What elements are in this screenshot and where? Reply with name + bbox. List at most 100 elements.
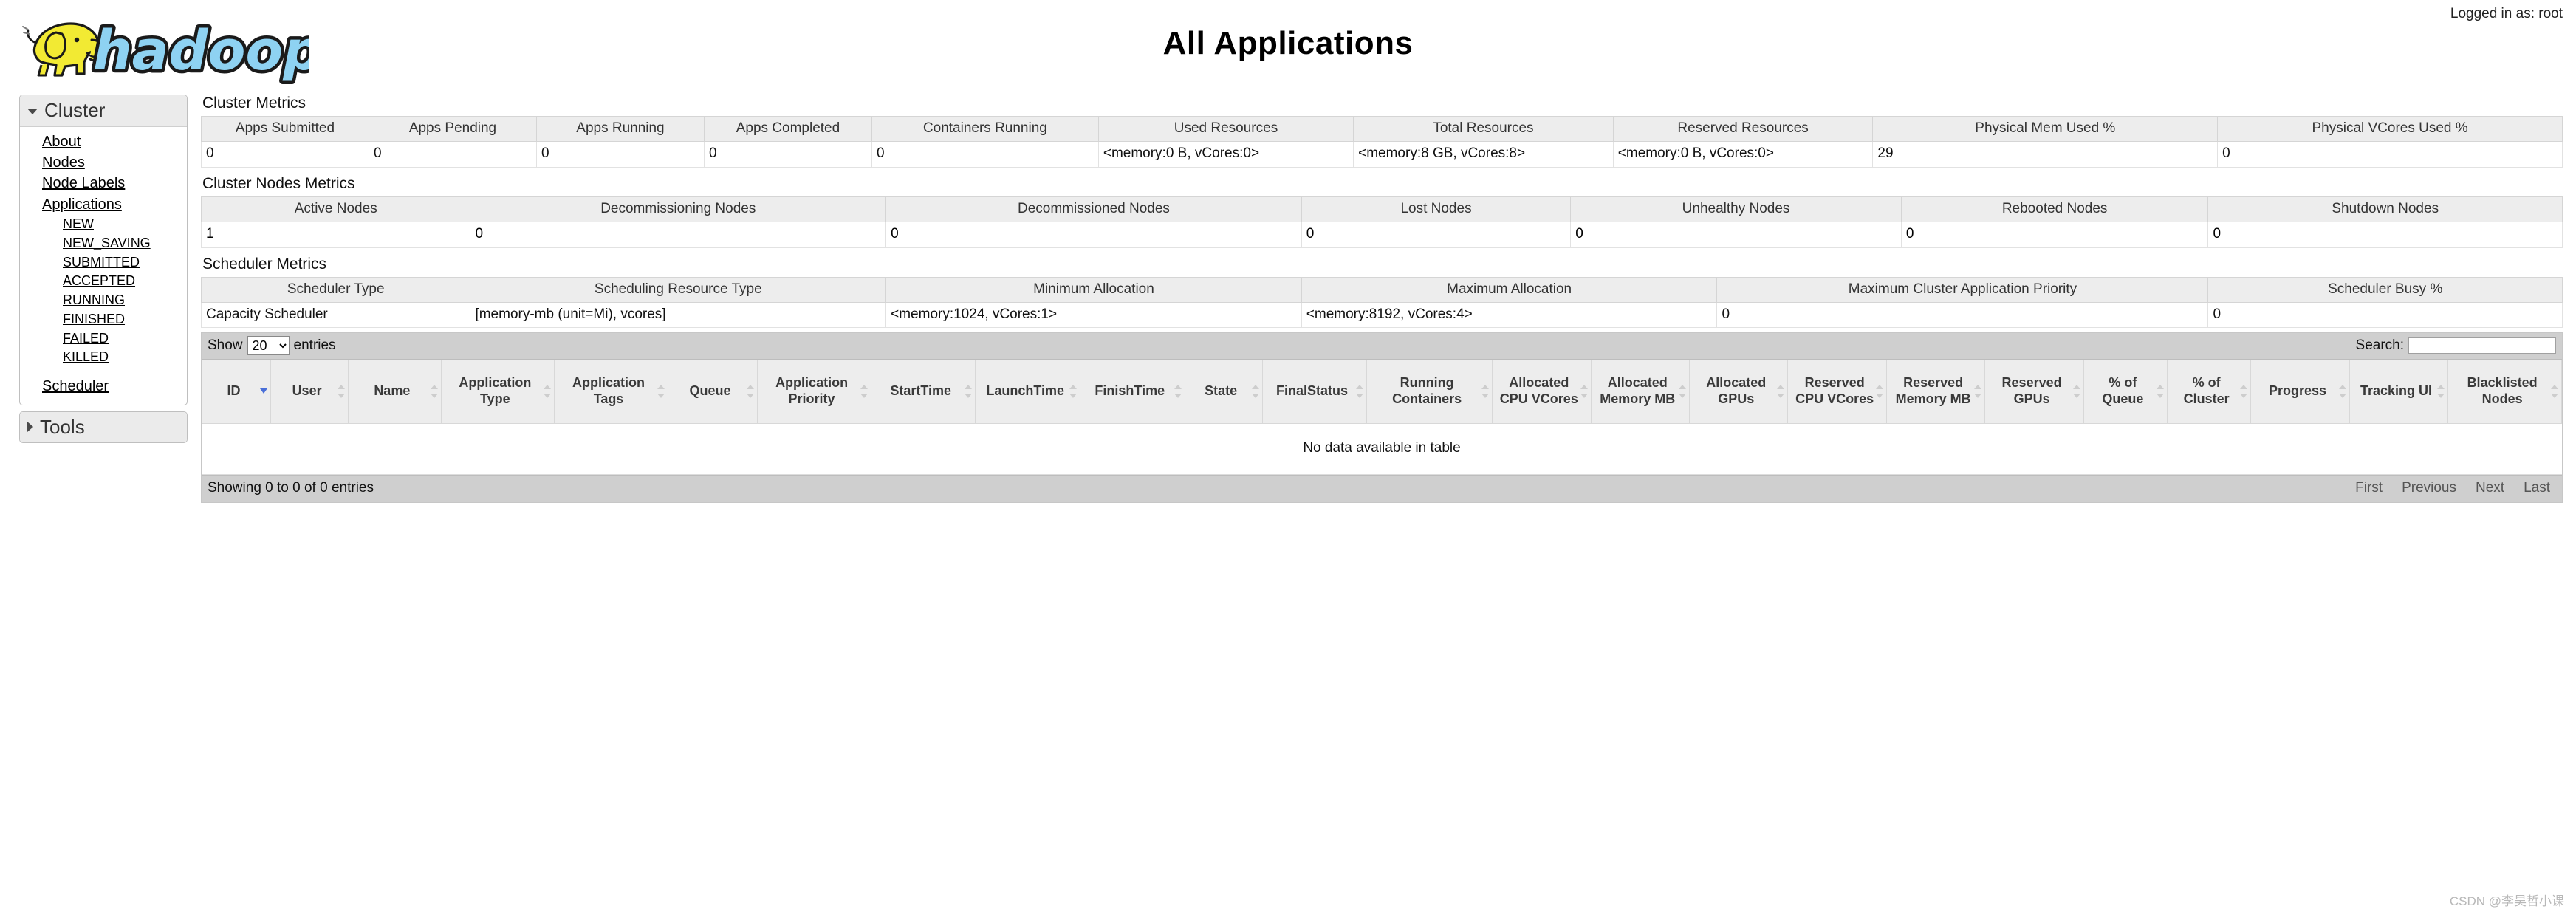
sort-both-icon bbox=[860, 385, 868, 399]
col-label-percent-of-cluster: % of Cluster bbox=[2183, 375, 2230, 406]
sort-desc-icon bbox=[260, 385, 268, 398]
link-decommissioned-nodes[interactable]: 0 bbox=[891, 226, 899, 241]
sort-both-icon bbox=[1174, 385, 1182, 399]
link-shutdown-nodes[interactable]: 0 bbox=[2213, 226, 2221, 241]
col-header-launchtime[interactable]: LaunchTime bbox=[975, 360, 1080, 424]
col-apps-submitted: Apps Submitted bbox=[201, 116, 369, 142]
nav-header-cluster[interactable]: Cluster bbox=[20, 95, 187, 127]
sort-both-icon bbox=[2437, 385, 2445, 399]
col-header-queue[interactable]: Queue bbox=[667, 360, 758, 424]
col-header-blacklisted-nodes[interactable]: Blacklisted Nodes bbox=[2447, 360, 2562, 424]
page-last-button[interactable]: Last bbox=[2524, 480, 2550, 496]
sort-both-icon bbox=[747, 385, 755, 399]
col-header-allocated-memory-mb[interactable]: Allocated Memory MB bbox=[1590, 360, 1690, 424]
nodes-metrics-header-row: Active Nodes Decommissioning Nodes Decom… bbox=[200, 196, 2563, 222]
col-scheduling-resource-type: Scheduling Resource Type bbox=[470, 276, 887, 303]
scheduler-metrics-title: Scheduler Metrics bbox=[202, 255, 327, 273]
col-header-running-containers[interactable]: Running Containers bbox=[1366, 360, 1493, 424]
col-label-application-tags: Application Tags bbox=[572, 375, 645, 406]
col-label-blacklisted-nodes: Blacklisted Nodes bbox=[2467, 375, 2538, 406]
col-label-state: State bbox=[1205, 383, 1238, 398]
link-decommissioning-nodes[interactable]: 0 bbox=[475, 226, 483, 241]
sidebar-item-state-accepted[interactable]: ACCEPTED bbox=[20, 272, 187, 291]
col-label-progress: Progress bbox=[2268, 383, 2327, 398]
col-header-percent-of-cluster[interactable]: % of Cluster bbox=[2167, 360, 2252, 424]
nav-header-cluster-label: Cluster bbox=[44, 99, 106, 121]
sidebar-item-state-finished[interactable]: FINISHED bbox=[20, 310, 187, 329]
col-label-reserved-gpus: Reserved GPUs bbox=[2001, 375, 2062, 406]
sidebar-item-state-new-saving[interactable]: NEW_SAVING bbox=[20, 234, 187, 253]
col-header-finishtime[interactable]: FinishTime bbox=[1080, 360, 1185, 424]
col-label-allocated-memory-mb: Allocated Memory MB bbox=[1600, 375, 1676, 406]
col-header-application-priority[interactable]: Application Priority bbox=[757, 360, 871, 424]
sort-both-icon bbox=[1679, 385, 1686, 399]
col-label-launchtime: LaunchTime bbox=[986, 383, 1065, 398]
col-header-reserved-memory-mb[interactable]: Reserved Memory MB bbox=[1885, 360, 1986, 424]
watermark: CSDN @李昊哲小课 bbox=[2449, 894, 2564, 908]
sidebar-item-scheduler[interactable]: Scheduler bbox=[20, 376, 187, 397]
col-label-percent-of-queue: % of Queue bbox=[2102, 375, 2144, 406]
col-header-application-type[interactable]: Application Type bbox=[440, 360, 555, 424]
col-header-percent-of-queue[interactable]: % of Queue bbox=[2083, 360, 2168, 424]
sidebar-item-state-submitted[interactable]: SUBMITTED bbox=[20, 253, 187, 273]
col-apps-completed: Apps Completed bbox=[703, 116, 872, 142]
col-label-application-priority: Application Priority bbox=[775, 375, 849, 406]
col-label-starttime: StartTime bbox=[890, 383, 952, 398]
sidebar: Cluster About Nodes Node Labels Applicat… bbox=[19, 95, 188, 449]
col-header-starttime[interactable]: StartTime bbox=[870, 360, 976, 424]
entries-select[interactable]: 20406080100 bbox=[247, 336, 290, 356]
col-header-progress[interactable]: Progress bbox=[2250, 360, 2350, 424]
col-scheduler-type: Scheduler Type bbox=[200, 276, 471, 303]
col-header-name[interactable]: Name bbox=[348, 360, 442, 424]
val-lost-nodes-cell: 0 bbox=[1301, 222, 1572, 248]
sidebar-item-nodes[interactable]: Nodes bbox=[20, 152, 187, 173]
sidebar-item-node-labels[interactable]: Node Labels bbox=[20, 173, 187, 193]
nav-body-cluster: About Nodes Node Labels Applications NEW… bbox=[20, 127, 187, 405]
link-active-nodes[interactable]: 1 bbox=[206, 226, 214, 241]
val-unhealthy-nodes-cell: 0 bbox=[1570, 222, 1902, 248]
nav-header-tools[interactable]: Tools bbox=[20, 411, 187, 443]
col-label-queue: Queue bbox=[689, 383, 731, 398]
col-header-allocated-gpus[interactable]: Allocated GPUs bbox=[1688, 360, 1789, 424]
val-decommissioned-nodes-cell: 0 bbox=[886, 222, 1302, 248]
col-header-allocated-cpu-vcores[interactable]: Allocated CPU VCores bbox=[1492, 360, 1592, 424]
col-label-reserved-memory-mb: Reserved Memory MB bbox=[1895, 375, 1971, 406]
val-apps-running: 0 bbox=[535, 141, 705, 168]
val-minimum-allocation: <memory:1024, vCores:1> bbox=[886, 302, 1302, 329]
col-header-finalstatus[interactable]: FinalStatus bbox=[1261, 360, 1368, 424]
sidebar-item-state-running[interactable]: RUNNING bbox=[20, 291, 187, 310]
cluster-metrics-header-row: Apps Submitted Apps Pending Apps Running… bbox=[201, 116, 2563, 142]
col-header-tracking-ui[interactable]: Tracking UI bbox=[2349, 360, 2449, 424]
sidebar-item-state-new[interactable]: NEW bbox=[20, 215, 187, 234]
sort-both-icon bbox=[1777, 385, 1785, 399]
col-header-reserved-gpus[interactable]: Reserved GPUs bbox=[1984, 360, 2084, 424]
col-header-state[interactable]: State bbox=[1184, 360, 1263, 424]
scheduler-metrics-header-row: Scheduler Type Scheduling Resource Type … bbox=[200, 276, 2563, 303]
col-header-application-tags[interactable]: Application Tags bbox=[554, 360, 668, 424]
link-unhealthy-nodes[interactable]: 0 bbox=[1575, 226, 1583, 241]
sidebar-item-state-killed[interactable]: KILLED bbox=[20, 348, 187, 367]
col-header-user[interactable]: User bbox=[270, 360, 349, 424]
sort-both-icon bbox=[2072, 385, 2080, 399]
val-scheduling-resource-type: [memory-mb (unit=Mi), vcores] bbox=[470, 302, 887, 329]
link-rebooted-nodes[interactable]: 0 bbox=[1906, 226, 1914, 241]
col-used-resources: Used Resources bbox=[1097, 116, 1354, 142]
col-decommissioned-nodes: Decommissioned Nodes bbox=[886, 196, 1302, 222]
page-title: All Applications bbox=[1162, 25, 1414, 61]
link-lost-nodes[interactable]: 0 bbox=[1306, 226, 1315, 241]
page-first-button[interactable]: First bbox=[2355, 480, 2383, 496]
col-physical-mem-used: Physical Mem Used % bbox=[1872, 116, 2219, 142]
page-next-button[interactable]: Next bbox=[2476, 480, 2504, 496]
cluster-metrics-title: Cluster Metrics bbox=[202, 95, 306, 112]
val-used-resources: <memory:0 B, vCores:0> bbox=[1097, 141, 1354, 168]
search-input[interactable] bbox=[2408, 337, 2556, 354]
col-header-id[interactable]: ID bbox=[201, 360, 272, 424]
sidebar-item-about[interactable]: About bbox=[20, 131, 187, 152]
page-previous-button[interactable]: Previous bbox=[2402, 480, 2456, 496]
sidebar-item-state-failed[interactable]: FAILED bbox=[20, 329, 187, 349]
val-maximum-allocation: <memory:8192, vCores:4> bbox=[1301, 302, 1718, 329]
logged-in-status: Logged in as: root bbox=[2450, 6, 2563, 21]
applications-table: ID User Name Application Type Applicatio… bbox=[201, 360, 2562, 475]
sidebar-item-applications[interactable]: Applications bbox=[20, 194, 187, 215]
col-header-reserved-cpu-vcores[interactable]: Reserved CPU VCores bbox=[1787, 360, 1887, 424]
